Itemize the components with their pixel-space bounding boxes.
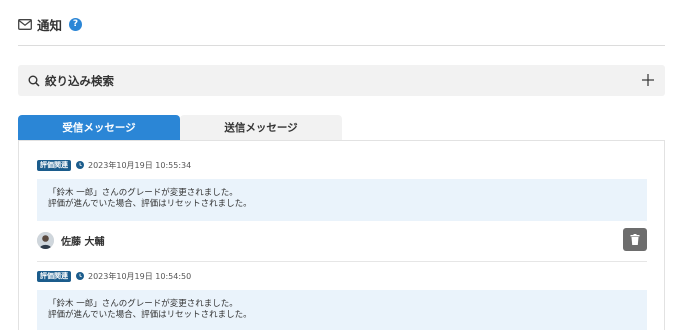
person-icon bbox=[37, 231, 54, 249]
tab-received[interactable]: 受信メッセージ bbox=[18, 115, 180, 140]
message-tabs: 受信メッセージ 送信メッセージ bbox=[18, 115, 342, 140]
trash-icon bbox=[630, 234, 640, 245]
message-meta: 評価関連 2023年10月19日 10:55:34 bbox=[37, 159, 647, 171]
message-line: 「鈴木 一郎」さんのグレードが変更されました。 bbox=[48, 188, 238, 198]
message-item: 評価関連 2023年10月19日 10:54:50 「鈴木 一郎」さんのグレード… bbox=[37, 270, 647, 330]
plus-icon[interactable] bbox=[641, 73, 655, 87]
tab-sent[interactable]: 送信メッセージ bbox=[180, 115, 342, 140]
message-meta: 評価関連 2023年10月19日 10:54:50 bbox=[37, 270, 647, 282]
message-body: 「鈴木 一郎」さんのグレードが変更されました。 評価が進んでいた場合、評価はリセ… bbox=[37, 290, 647, 330]
message-timestamp: 2023年10月19日 10:54:50 bbox=[88, 271, 192, 281]
clock-icon bbox=[76, 272, 84, 280]
message-item: 評価関連 2023年10月19日 10:55:34 「鈴木 一郎」さんのグレード… bbox=[37, 159, 647, 221]
sender-name: 佐藤 大輔 bbox=[61, 236, 105, 248]
message-list: 評価関連 2023年10月19日 10:55:34 「鈴木 一郎」さんのグレード… bbox=[18, 140, 665, 330]
clock-icon bbox=[76, 161, 84, 169]
message-line: 「鈴木 一郎」さんのグレードが変更されました。 bbox=[48, 299, 238, 309]
page-title: 通知 bbox=[37, 17, 63, 33]
category-badge: 評価関連 bbox=[37, 270, 71, 282]
mail-icon bbox=[18, 18, 32, 30]
avatar bbox=[37, 231, 54, 249]
page-header: 通知 ? bbox=[18, 14, 83, 34]
delete-button[interactable] bbox=[623, 228, 647, 251]
message-line: 評価が進んでいた場合、評価はリセットされました。 bbox=[48, 310, 252, 320]
message-line: 評価が進んでいた場合、評価はリセットされました。 bbox=[48, 199, 252, 209]
header-divider bbox=[18, 45, 665, 46]
search-icon bbox=[28, 75, 40, 87]
message-sender-row: 佐藤 大輔 bbox=[37, 227, 647, 253]
message-body: 「鈴木 一郎」さんのグレードが変更されました。 評価が進んでいた場合、評価はリセ… bbox=[37, 179, 647, 221]
filter-search-bar[interactable]: 絞り込み検索 bbox=[18, 65, 665, 96]
help-icon[interactable]: ? bbox=[69, 17, 83, 31]
category-badge: 評価関連 bbox=[37, 159, 71, 171]
message-timestamp: 2023年10月19日 10:55:34 bbox=[88, 160, 192, 170]
row-divider bbox=[37, 261, 647, 262]
filter-search-label: 絞り込み検索 bbox=[45, 73, 114, 88]
